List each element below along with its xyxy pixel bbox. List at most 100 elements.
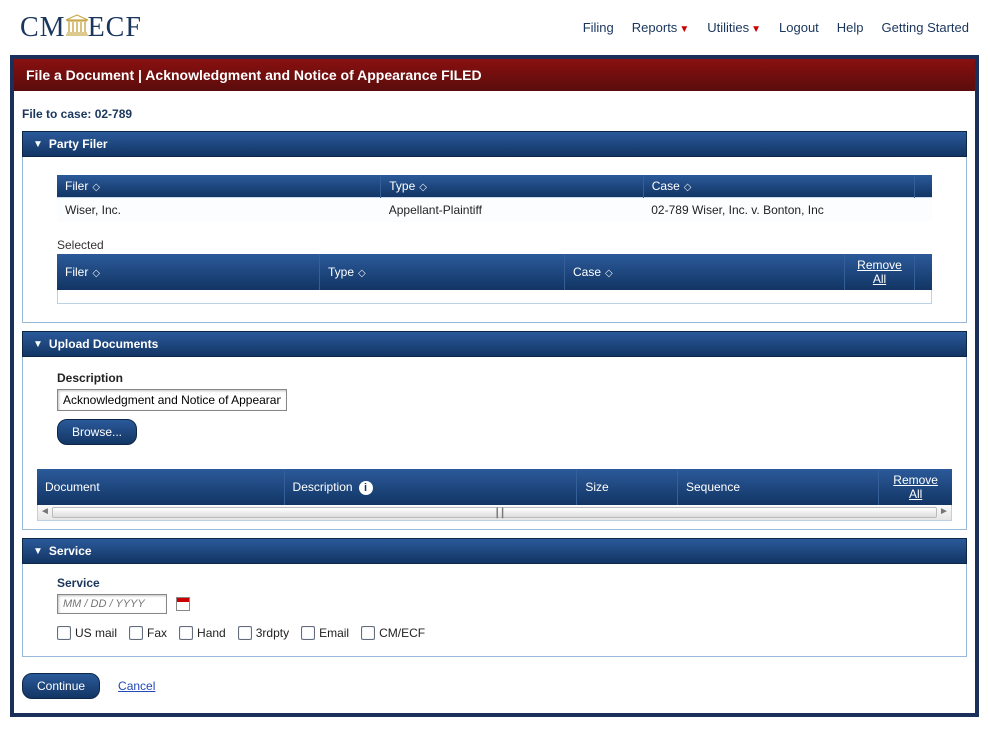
nav-utilities[interactable]: Utilities▼ — [707, 20, 761, 35]
col-type[interactable]: Type◇ — [381, 175, 644, 198]
service-label: Service — [57, 576, 932, 590]
checkbox-fax[interactable] — [129, 626, 143, 640]
nav-reports[interactable]: Reports▼ — [632, 20, 689, 35]
party-filer-header[interactable]: ▼ Party Filer — [22, 131, 967, 157]
cell-type: Appellant-Plaintiff — [381, 198, 644, 223]
empty-table-body — [57, 290, 932, 304]
horizontal-scrollbar[interactable]: ◄ ┃┃ ► — [37, 505, 952, 521]
col-description-label: Description — [293, 480, 353, 494]
description-input[interactable] — [57, 389, 287, 411]
col-type[interactable]: Type ◇ — [320, 254, 565, 290]
cell-case: 02-789 Wiser, Inc. v. Bonton, Inc — [643, 198, 932, 223]
check-3rdpty[interactable]: 3rdpty — [238, 626, 289, 640]
upload-header[interactable]: ▼ Upload Documents — [22, 331, 967, 357]
upload-panel: ▼ Upload Documents Description Browse...… — [22, 331, 967, 530]
footer-actions: Continue Cancel — [22, 665, 967, 699]
col-filer[interactable]: Filer ◇ — [57, 175, 381, 198]
check-hand[interactable]: Hand — [179, 626, 226, 640]
col-document[interactable]: Document — [37, 469, 284, 505]
checkbox-hand[interactable] — [179, 626, 193, 640]
caret-down-icon: ▼ — [33, 139, 43, 150]
nav-utilities-label: Utilities — [707, 20, 749, 35]
continue-button[interactable]: Continue — [22, 673, 100, 699]
check-email-label: Email — [319, 626, 349, 640]
party-filer-panel: ▼ Party Filer Filer◇ Type◇ Case◇ Wiser — [22, 131, 967, 323]
col-case[interactable]: Case ◇ — [565, 254, 845, 290]
col-case[interactable]: Case◇ — [643, 175, 914, 198]
col-spacer — [915, 254, 933, 290]
table-header-row: Document Description i Size Sequence Remo… — [37, 469, 952, 505]
nav-help[interactable]: Help — [837, 20, 864, 35]
col-filer-label: Filer — [65, 265, 88, 279]
check-fax-label: Fax — [147, 626, 167, 640]
description-label: Description — [57, 371, 932, 385]
service-method-row: US mail Fax Hand 3rdpty Email CM/ECF — [57, 626, 932, 640]
party-filer-title: Party Filer — [49, 137, 108, 151]
table-header-row: Filer ◇ Type◇ Case◇ — [57, 175, 932, 198]
browse-button[interactable]: Browse... — [57, 419, 137, 445]
scroll-left-icon[interactable]: ◄ — [39, 506, 51, 517]
table-row[interactable]: Wiser, Inc. Appellant-Plaintiff 02-789 W… — [57, 198, 932, 223]
sort-icon: ◇ — [605, 268, 613, 279]
service-date-input[interactable] — [57, 594, 167, 614]
cancel-link[interactable]: Cancel — [118, 679, 155, 693]
col-case-label: Case — [652, 179, 680, 193]
col-document-label: Document — [45, 480, 100, 494]
col-sequence[interactable]: Sequence — [677, 469, 878, 505]
service-title: Service — [49, 544, 92, 558]
col-type-label: Type — [389, 179, 415, 193]
nav-logout[interactable]: Logout — [779, 20, 819, 35]
case-line: File to case: 02-789 — [22, 101, 967, 131]
scroll-grip-icon: ┃┃ — [495, 508, 506, 519]
selected-label: Selected — [57, 238, 932, 252]
check-us-mail-label: US mail — [75, 626, 117, 640]
col-size-label: Size — [585, 480, 608, 494]
col-spacer — [915, 175, 933, 198]
caret-down-icon: ▼ — [33, 546, 43, 557]
logo-text-cm: CM — [20, 12, 66, 44]
caret-down-icon: ▼ — [751, 24, 761, 35]
caret-down-icon: ▼ — [679, 24, 689, 35]
remove-all-link[interactable]: Remove All — [857, 258, 902, 286]
cell-filer: Wiser, Inc. — [57, 198, 381, 223]
col-filer-label: Filer — [65, 179, 88, 193]
caret-down-icon: ▼ — [33, 339, 43, 350]
scroll-right-icon[interactable]: ► — [938, 506, 950, 517]
filer-table: Filer ◇ Type◇ Case◇ Wiser, Inc. Appellant… — [57, 175, 932, 222]
checkbox-email[interactable] — [301, 626, 315, 640]
logo-text-ecf: ECF — [88, 12, 142, 44]
check-3rdpty-label: 3rdpty — [256, 626, 289, 640]
col-type-label: Type — [328, 265, 354, 279]
sort-icon: ◇ — [358, 268, 366, 279]
service-panel: ▼ Service Service US mail Fax Hand 3rdpt… — [22, 538, 967, 657]
remove-all-link[interactable]: Remove All — [893, 473, 938, 501]
nav-getting-started[interactable]: Getting Started — [882, 20, 969, 35]
courthouse-icon — [64, 12, 90, 44]
col-description[interactable]: Description i — [284, 469, 577, 505]
checkbox-3rdpty[interactable] — [238, 626, 252, 640]
documents-table: Document Description i Size Sequence Remo… — [37, 469, 952, 505]
col-filer[interactable]: Filer ◇ — [57, 254, 320, 290]
col-sequence-label: Sequence — [686, 480, 740, 494]
main-frame: File a Document | Acknowledgment and Not… — [10, 55, 979, 717]
check-us-mail[interactable]: US mail — [57, 626, 117, 640]
nav-filing[interactable]: Filing — [583, 20, 614, 35]
col-size[interactable]: Size — [577, 469, 678, 505]
check-email[interactable]: Email — [301, 626, 349, 640]
col-case-label: Case — [573, 265, 601, 279]
page-title: File a Document | Acknowledgment and Not… — [14, 59, 975, 91]
top-nav: Filing Reports▼ Utilities▼ Logout Help G… — [583, 20, 969, 35]
nav-reports-label: Reports — [632, 20, 678, 35]
info-icon[interactable]: i — [359, 481, 373, 495]
logo: CM ECF — [20, 12, 142, 44]
col-remove-all: Remove All — [845, 254, 915, 290]
checkbox-cmecf[interactable] — [361, 626, 375, 640]
check-fax[interactable]: Fax — [129, 626, 167, 640]
check-cmecf-label: CM/ECF — [379, 626, 425, 640]
sort-icon: ◇ — [92, 182, 100, 193]
service-header[interactable]: ▼ Service — [22, 538, 967, 564]
sort-icon: ◇ — [92, 268, 100, 279]
checkbox-us-mail[interactable] — [57, 626, 71, 640]
check-cmecf[interactable]: CM/ECF — [361, 626, 425, 640]
calendar-icon[interactable] — [176, 597, 190, 611]
